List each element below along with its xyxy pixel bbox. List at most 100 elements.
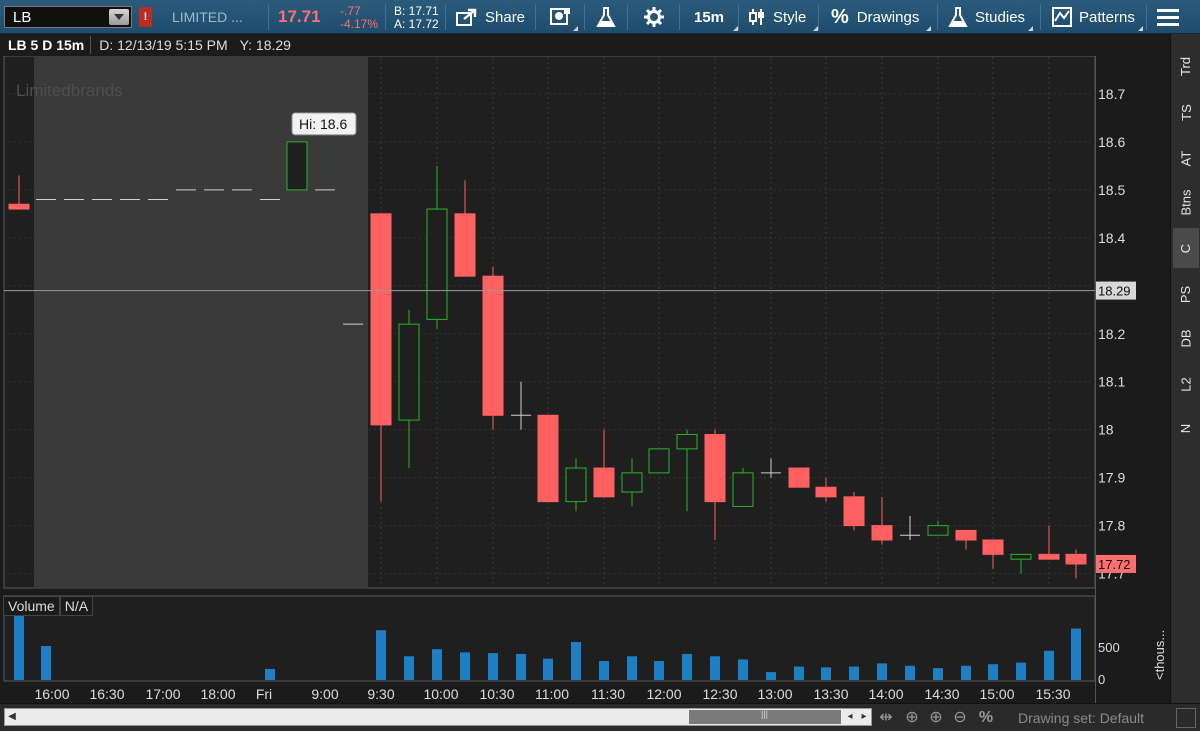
candle-body	[537, 414, 559, 503]
percent-icon: %	[831, 5, 849, 28]
volume-bar	[738, 659, 748, 680]
volume-value: N/A	[59, 596, 94, 616]
scroll-step-right-icon[interactable]: ▸	[857, 710, 871, 724]
candle-body	[593, 467, 615, 498]
candle-body	[955, 529, 977, 541]
volume-bar	[988, 664, 998, 680]
drawing-set-label[interactable]: Drawing set: Default	[1018, 710, 1144, 726]
volume-bar	[821, 667, 831, 680]
aggregation-dropdown[interactable]: 15m	[694, 0, 739, 34]
candle-body	[648, 448, 670, 474]
volume-bar	[877, 663, 887, 680]
percent-scale-icon[interactable]: %	[976, 708, 996, 728]
candle-body	[621, 472, 643, 493]
side-tab-l2[interactable]: L2	[1173, 364, 1199, 404]
menu-button[interactable]	[1157, 0, 1179, 34]
y-tick-label: 17.8	[1098, 518, 1125, 534]
side-tab-ts[interactable]: TS	[1173, 92, 1199, 132]
side-tab-n[interactable]: N	[1173, 408, 1199, 448]
volume-tick-0: 0	[1098, 672, 1105, 687]
panel-resize-icon[interactable]	[1176, 708, 1196, 728]
x-tick-label: 12:00	[646, 686, 681, 702]
price-chart[interactable]: Limitedbrands Hi: 18.6 18.7 18.6 18.5 18.4 1…	[0, 56, 1170, 703]
candle-body	[454, 213, 476, 277]
side-tab-ps[interactable]: PS	[1173, 274, 1199, 314]
alert-clock-icon	[550, 8, 570, 25]
zoom-in-icon[interactable]: ⊕	[926, 708, 946, 728]
volume-bar	[1044, 650, 1054, 680]
scroll-step-left-icon[interactable]: ◂	[843, 710, 857, 724]
flask-button[interactable]	[596, 0, 616, 34]
y-readout: Y: 18.29	[239, 37, 291, 53]
volume-bar	[265, 668, 275, 680]
scroll-thumb[interactable]: |||	[689, 709, 841, 724]
bid-price: B: 17.71	[394, 3, 439, 18]
candle[interactable]	[648, 448, 670, 474]
volume-bar	[682, 653, 692, 680]
candle-body	[8, 203, 30, 210]
alerts-button[interactable]	[549, 0, 578, 34]
symbol-period-label[interactable]: LB 5 D 15m	[4, 36, 92, 54]
symbol-dropdown-button[interactable]	[109, 9, 129, 25]
company-name: LIMITED ...	[172, 9, 243, 25]
volume-bar	[905, 665, 915, 680]
style-button[interactable]: Style	[748, 0, 819, 34]
candle[interactable]	[537, 414, 559, 503]
y-tick-label: 18.5	[1098, 182, 1125, 198]
last-price: 17.71	[278, 7, 321, 26]
y-tick-label: 18.2	[1098, 326, 1125, 342]
drawings-button[interactable]: % Drawings	[831, 0, 932, 34]
volume-bar	[41, 646, 51, 680]
x-tick-label: 17:00	[145, 686, 180, 702]
volume-bar	[571, 642, 581, 680]
y-tick-label: 18.4	[1098, 230, 1125, 246]
side-tab-c[interactable]: C	[1173, 228, 1199, 268]
volume-bar	[599, 661, 609, 680]
patterns-button[interactable]: Patterns	[1052, 0, 1143, 34]
studies-button[interactable]: Studies	[948, 0, 1034, 34]
crosshair-price-value: 18.29	[1098, 284, 1131, 299]
candle-body	[788, 467, 810, 488]
volume-label[interactable]: Volume	[3, 596, 60, 616]
candle[interactable]	[286, 141, 308, 191]
candle[interactable]	[788, 467, 810, 488]
side-tab-label: DB	[1178, 328, 1194, 348]
side-tab-btns[interactable]: Btns	[1173, 182, 1199, 222]
side-tab-db[interactable]: DB	[1173, 318, 1199, 358]
candle-body	[565, 467, 587, 503]
share-icon	[456, 8, 477, 26]
scroll-left-icon[interactable]: ◀	[5, 710, 19, 724]
side-tab-trd[interactable]: Trd	[1173, 46, 1199, 86]
candle-body	[482, 275, 504, 416]
pan-icon[interactable]: ⊕	[902, 708, 922, 728]
time-scrollbar[interactable]: ◀ ||| ◂ ▸	[4, 708, 872, 726]
watermark: Limitedbrands	[16, 81, 123, 100]
side-tab-bar: Trd TS AT Btns C PS DB L2 N	[1170, 34, 1200, 703]
date-readout: D: 12/13/19 5:15 PM	[99, 37, 228, 53]
symbol-input[interactable]: LB	[4, 6, 132, 28]
volume-bar	[654, 661, 664, 680]
settings-button[interactable]	[644, 0, 664, 34]
volume-bar	[710, 656, 720, 680]
candle-body	[732, 472, 754, 507]
share-button[interactable]: Share	[456, 0, 525, 34]
side-tab-at[interactable]: AT	[1173, 138, 1199, 178]
zoom-out-icon[interactable]: ⊖	[950, 708, 970, 728]
volume-tick-500: 500	[1098, 640, 1120, 655]
x-tick-label: 10:00	[423, 686, 458, 702]
patterns-label: Patterns	[1079, 8, 1135, 26]
candle[interactable]	[732, 468, 754, 507]
candle[interactable]	[843, 492, 865, 531]
candle-body	[1010, 553, 1032, 560]
symbol-value: LB	[13, 8, 32, 26]
volume-bar	[488, 653, 498, 680]
flask-icon	[596, 7, 616, 27]
side-tab-label: C	[1178, 243, 1194, 253]
x-tick-label: 12:30	[702, 686, 737, 702]
alert-badge[interactable]: !	[139, 7, 152, 27]
toolbar: LB ! LIMITED ... 17.71 -.77 -4.17% B: 17…	[0, 0, 1200, 34]
share-label: Share	[485, 8, 526, 26]
volume-bar	[1071, 628, 1081, 680]
expand-range-icon[interactable]: ⇹	[876, 708, 896, 728]
volume-bar	[460, 652, 470, 680]
